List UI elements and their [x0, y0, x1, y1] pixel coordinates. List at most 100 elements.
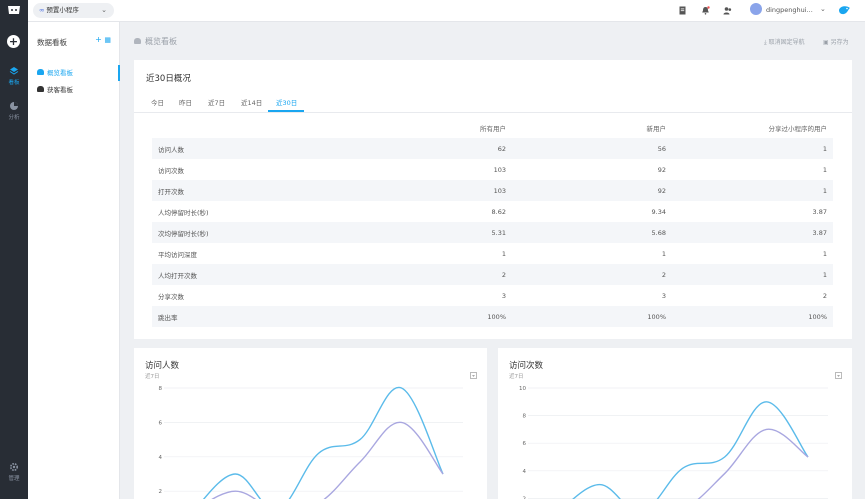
page-header: 概览看板 ⤓ 取消固定导航 ▣ 另存为: [120, 22, 865, 60]
cell-new: 5.68: [651, 228, 666, 237]
tab-14-days[interactable]: 近14日: [241, 97, 262, 107]
y-tick-label: 4: [523, 469, 527, 475]
users-icon[interactable]: [723, 6, 732, 15]
cell-new: 2: [661, 270, 666, 279]
sidebar-item-acquisition[interactable]: 获客看板: [28, 82, 120, 98]
left-rail: + 看板 分析 管理: [0, 0, 28, 499]
y-tick-label: 2: [159, 489, 163, 495]
add-board-button[interactable]: + ▦: [95, 35, 111, 44]
row-label: 访问次数: [158, 166, 184, 175]
cell-new: 92: [657, 186, 666, 195]
app-selector[interactable]: ∞ 预置小程序 ⌄: [33, 3, 114, 18]
unpin-nav-label: 取消固定导航: [768, 39, 805, 46]
tab-today[interactable]: 今日: [151, 97, 164, 107]
page-title: 概览看板: [134, 36, 177, 47]
user-name: dingpenghui...: [766, 6, 813, 14]
sidebar-item-label: 获客看板: [47, 86, 73, 94]
table-row: 跳出率 100% 100% 100%: [152, 306, 833, 327]
tabs-divider: [134, 112, 852, 113]
line-chart: 246810: [519, 386, 828, 499]
series-line: [697, 428, 809, 499]
cell-all: 3: [501, 291, 506, 300]
user-menu[interactable]: dingpenghui...: [750, 3, 813, 18]
chevron-down-icon[interactable]: ⌄: [820, 5, 826, 13]
row-label: 访问人数: [158, 145, 184, 154]
avatar: [750, 3, 762, 15]
rail-nav-label: 看板: [8, 80, 20, 86]
tab-30-days[interactable]: 近30日: [276, 97, 297, 107]
table-row: 打开次数 103 92 1: [152, 180, 833, 201]
cell-all: 8.62: [491, 207, 506, 216]
save-as-button[interactable]: ▣ 另存为: [823, 37, 849, 46]
tab-7-days[interactable]: 近7日: [208, 97, 225, 107]
column-header: 分享过小程序的用户: [768, 124, 828, 133]
column-header: [152, 117, 342, 138]
pin-icon: ⤓: [764, 39, 767, 46]
cell-shared: 3.87: [812, 228, 827, 237]
bell-icon[interactable]: [701, 6, 710, 15]
cell-new: 9.34: [651, 207, 666, 216]
unpin-nav-button[interactable]: ⤓ 取消固定导航: [764, 37, 805, 47]
cell-new: 92: [657, 165, 666, 174]
cell-shared: 2: [822, 291, 827, 300]
table-row: 平均访问深度 1 1 1: [152, 243, 833, 264]
rail-nav-dashboard[interactable]: 看板: [0, 66, 28, 86]
cell-new: 56: [657, 144, 666, 153]
cell-shared: 1: [822, 249, 827, 258]
document-icon[interactable]: [678, 6, 687, 15]
line-chart: 2 4 6 8: [159, 386, 463, 499]
grid-icon: ▦: [104, 36, 111, 44]
bird-logo-icon: [839, 6, 850, 15]
chevron-down-icon: ⌄: [101, 6, 107, 14]
row-label: 人均打开次数: [158, 271, 197, 280]
save-as-label: 另存为: [830, 39, 849, 46]
sidebar-item-overview[interactable]: 概览看板: [28, 65, 120, 81]
cell-shared: 1: [822, 165, 827, 174]
column-header: 所有用户: [480, 124, 506, 133]
series-line: [202, 386, 444, 499]
save-icon: ▣: [823, 39, 829, 46]
y-tick-label: 8: [159, 386, 163, 392]
cell-new: 100%: [647, 312, 666, 321]
create-button[interactable]: +: [7, 35, 20, 48]
column-header: 新用户: [646, 124, 667, 133]
cell-all: 62: [497, 144, 506, 153]
table-row: 访问次数 103 92 1: [152, 159, 833, 180]
rail-nav-manage[interactable]: 管理: [0, 462, 28, 482]
cell-all: 1: [501, 249, 506, 258]
dashboard-icon: [37, 86, 44, 92]
cell-shared: 100%: [808, 312, 827, 321]
overview-table: 所有用户 新用户 分享过小程序的用户 访问人数 62 56 1 访问次数 103 92 1 打开…: [152, 117, 833, 327]
table-row: 访问人数 62 56 1: [152, 138, 833, 159]
app-selector-label: 预置小程序: [46, 6, 79, 14]
page-title-text: 概览看板: [145, 37, 177, 46]
logo-icon: [8, 6, 20, 14]
y-tick-label: 6: [523, 441, 527, 447]
y-tick-label: 10: [519, 386, 526, 392]
y-tick-label: 6: [159, 420, 163, 426]
row-label: 分享次数: [158, 292, 184, 301]
sidebar-title: 数据看板: [37, 38, 67, 47]
table-row: 人均停留时长(秒) 8.62 9.34 3.87: [152, 201, 833, 222]
rail-nav-label: 分析: [8, 115, 20, 121]
board-sidebar: 数据看板 + ▦ 概览看板 获客看板: [28, 22, 120, 499]
top-bar: ∞ 预置小程序 ⌄ dingpenghui... ⌄: [28, 0, 865, 22]
table-header-row: 所有用户 新用户 分享过小程序的用户: [152, 117, 833, 138]
tab-yesterday[interactable]: 昨日: [179, 97, 192, 107]
cell-all: 100%: [487, 312, 506, 321]
row-label: 平均访问深度: [158, 250, 197, 259]
link-icon: ∞: [39, 6, 45, 14]
gear-icon: [9, 462, 19, 472]
y-tick-label: 4: [159, 455, 163, 461]
rail-nav-analysis[interactable]: 分析: [0, 101, 28, 121]
cell-shared: 3.87: [812, 207, 827, 216]
layers-icon: [9, 67, 19, 75]
series-line: [211, 421, 444, 499]
cell-new: 1: [661, 249, 666, 258]
cell-all: 103: [493, 165, 506, 174]
cell-shared: 1: [822, 186, 827, 195]
sidebar-item-label: 概览看板: [47, 69, 73, 77]
row-label: 人均停留时长(秒): [158, 208, 209, 217]
cell-shared: 1: [822, 270, 827, 279]
pie-chart-icon: [10, 102, 18, 110]
